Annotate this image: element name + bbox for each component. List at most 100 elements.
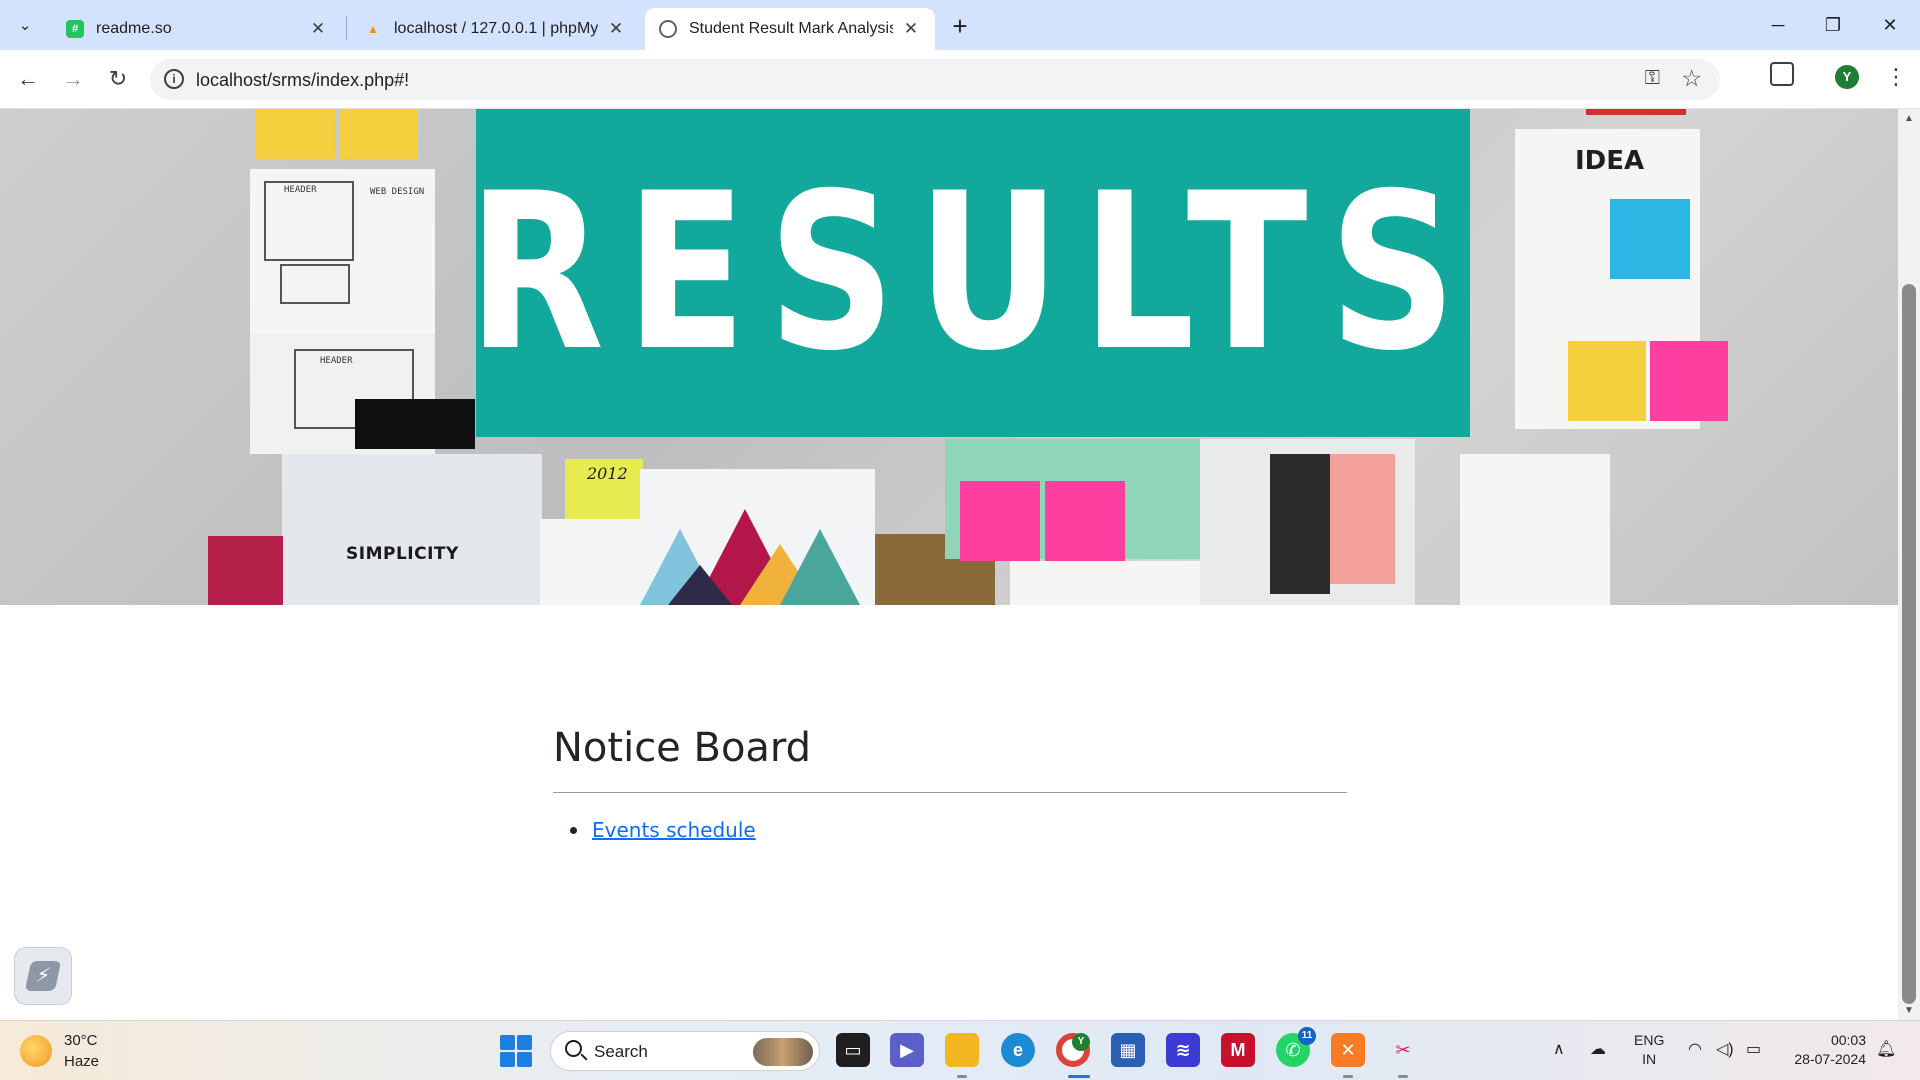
results-banner: WEB DESIGN HEADER HEADER RESULTS IDEA SI… <box>0 109 1898 605</box>
results-panel: RESULTS <box>468 109 1470 437</box>
region-code: IN <box>1642 1051 1657 1067</box>
microsoft-store-icon[interactable]: ▦ <box>1111 1033 1145 1067</box>
language-indicator[interactable]: ENG IN <box>1634 1031 1664 1069</box>
document-paper <box>1460 454 1610 605</box>
phpmyadmin-icon: ▲ <box>367 22 379 36</box>
tab-search-button[interactable]: ⌄ <box>10 10 40 40</box>
web-design-card <box>1200 439 1415 605</box>
weather-temperature[interactable]: 30°C <box>64 1032 98 1049</box>
scroll-down-arrow-icon[interactable]: ▼ <box>1904 1005 1914 1016</box>
scrollbar-thumb[interactable] <box>1902 284 1916 1004</box>
tab-phpmyadmin[interactable]: ▲ localhost / 127.0.0.1 | phpMyAdmin ✕ <box>350 8 640 50</box>
tab-title: readme.so <box>96 20 172 37</box>
running-indicator <box>957 1075 967 1078</box>
edge-icon[interactable]: e <box>1001 1033 1035 1067</box>
red-strip <box>1586 109 1686 115</box>
weather-icon[interactable] <box>20 1035 52 1067</box>
whatsapp-icon[interactable]: ✆ 11 <box>1276 1027 1316 1067</box>
windows-start-icon[interactable] <box>500 1035 532 1067</box>
idea-text: IDEA <box>1575 146 1645 176</box>
chrome-icon[interactable]: Y <box>1056 1033 1090 1067</box>
reload-button[interactable]: ↻ <box>103 64 133 94</box>
sticky-note <box>340 109 418 159</box>
black-card <box>355 399 475 449</box>
floating-action-button[interactable]: ⚡ <box>14 947 72 1005</box>
search-highlight-image <box>753 1038 813 1066</box>
year-label: 2012 <box>587 464 628 483</box>
bookmark-star-icon[interactable]: ☆ <box>1681 65 1702 92</box>
tab-divider <box>346 16 347 40</box>
scroll-up-arrow-icon[interactable]: ▲ <box>1904 113 1914 124</box>
sticky-note <box>1650 341 1728 421</box>
sticky-note <box>960 481 1040 561</box>
chevron-down-icon: ⌄ <box>18 17 32 34</box>
tab-student-result[interactable]: Student Result Mark Analysis System ✕ <box>645 8 935 50</box>
events-schedule-link[interactable]: Events schedule <box>592 818 756 842</box>
running-indicator <box>1398 1075 1408 1078</box>
onedrive-icon[interactable]: ☁ <box>1590 1039 1606 1059</box>
forward-button[interactable]: → <box>58 64 88 94</box>
page-viewport: WEB DESIGN HEADER HEADER RESULTS IDEA SI… <box>0 109 1898 1020</box>
mcafee-icon[interactable]: M <box>1221 1033 1255 1067</box>
file-explorer-icon[interactable] <box>945 1033 979 1067</box>
tab-title: Student Result Mark Analysis System <box>689 20 893 37</box>
minimize-button[interactable]: ─ <box>1758 10 1798 40</box>
browser-menu-icon[interactable]: ⋮ <box>1885 62 1907 92</box>
sticky-note <box>1045 481 1125 561</box>
address-bar[interactable]: i localhost/srms/index.php#! ⚿ ☆ <box>150 59 1720 100</box>
task-view-icon[interactable]: ▭ <box>836 1033 870 1067</box>
notice-board-title: Notice Board <box>553 725 812 771</box>
url-text[interactable]: localhost/srms/index.php#! <box>196 70 409 91</box>
results-headline: RESULTS <box>468 147 1478 398</box>
close-tab-icon[interactable]: ✕ <box>901 19 921 39</box>
xampp-icon[interactable]: ✕ <box>1331 1033 1365 1067</box>
search-label: Search <box>594 1042 648 1061</box>
blue-square <box>1610 199 1690 279</box>
vscode-icon[interactable]: ≋ <box>1166 1033 1200 1067</box>
simplicity-card <box>282 454 542 605</box>
chevron-up-icon[interactable]: ∧ <box>1553 1039 1565 1059</box>
close-tab-icon[interactable]: ✕ <box>308 19 328 39</box>
notification-count-badge: 11 <box>1298 1027 1316 1045</box>
battery-icon[interactable]: ▭ <box>1746 1039 1761 1059</box>
restore-button[interactable]: ❐ <box>1813 10 1853 40</box>
search-icon <box>565 1040 582 1057</box>
triangles-graphic <box>640 509 860 605</box>
volume-icon[interactable]: ◁) <box>1716 1039 1734 1059</box>
page-scrollbar[interactable]: ▲ ▼ <box>1898 109 1920 1020</box>
site-info-icon[interactable]: i <box>164 69 184 89</box>
close-window-button[interactable]: ✕ <box>1870 10 1910 40</box>
weather-condition[interactable]: Haze <box>64 1053 99 1070</box>
system-clock[interactable]: 00:03 28-07-2024 <box>1786 1031 1866 1069</box>
new-tab-button[interactable]: + <box>945 12 975 42</box>
teams-icon[interactable]: ▶ <box>890 1033 924 1067</box>
readme-icon: # <box>66 20 84 38</box>
bolt-icon: ⚡ <box>24 961 62 991</box>
simplicity-label: SIMPLICITY <box>346 544 459 564</box>
close-tab-icon[interactable]: ✕ <box>606 19 626 39</box>
back-button[interactable]: ← <box>13 64 43 94</box>
list-item: Events schedule <box>553 818 756 842</box>
wifi-icon[interactable]: ◠ <box>1688 1039 1702 1059</box>
tab-title: localhost / 127.0.0.1 | phpMyAdmin <box>394 20 598 37</box>
taskbar-search[interactable]: Search <box>550 1031 820 1071</box>
tab-readme[interactable]: # readme.so ✕ <box>52 8 342 50</box>
windows-taskbar: 30°C Haze Search ▭ ▶ e Y ▦ ≋ M ✆ 11 ✕ ✂ … <box>0 1020 1920 1080</box>
active-indicator <box>1068 1075 1090 1078</box>
globe-icon <box>659 20 677 38</box>
snipping-tool-icon[interactable]: ✂ <box>1386 1033 1420 1067</box>
main-content: Notice Board Events schedule ⚡ <box>0 605 1898 1020</box>
sticky-note <box>1568 341 1646 421</box>
notification-bell-icon[interactable]: 🔔︎ <box>1876 1039 1896 1059</box>
divider <box>553 792 1347 793</box>
profile-avatar[interactable]: Y <box>1835 65 1859 89</box>
notice-list: Events schedule <box>553 818 756 842</box>
clock-date: 28-07-2024 <box>1794 1051 1866 1067</box>
chrome-profile-badge: Y <box>1072 1033 1090 1051</box>
tab-strip: ⌄ # readme.so ✕ ▲ localhost / 127.0.0.1 … <box>0 0 1920 50</box>
text-paper <box>540 519 640 605</box>
clock-time: 00:03 <box>1830 1032 1866 1048</box>
extensions-icon[interactable] <box>1770 62 1794 86</box>
browser-toolbar: ← → ↻ i localhost/srms/index.php#! ⚿ ☆ <box>0 50 1920 109</box>
password-key-icon[interactable]: ⚿ <box>1645 67 1660 90</box>
